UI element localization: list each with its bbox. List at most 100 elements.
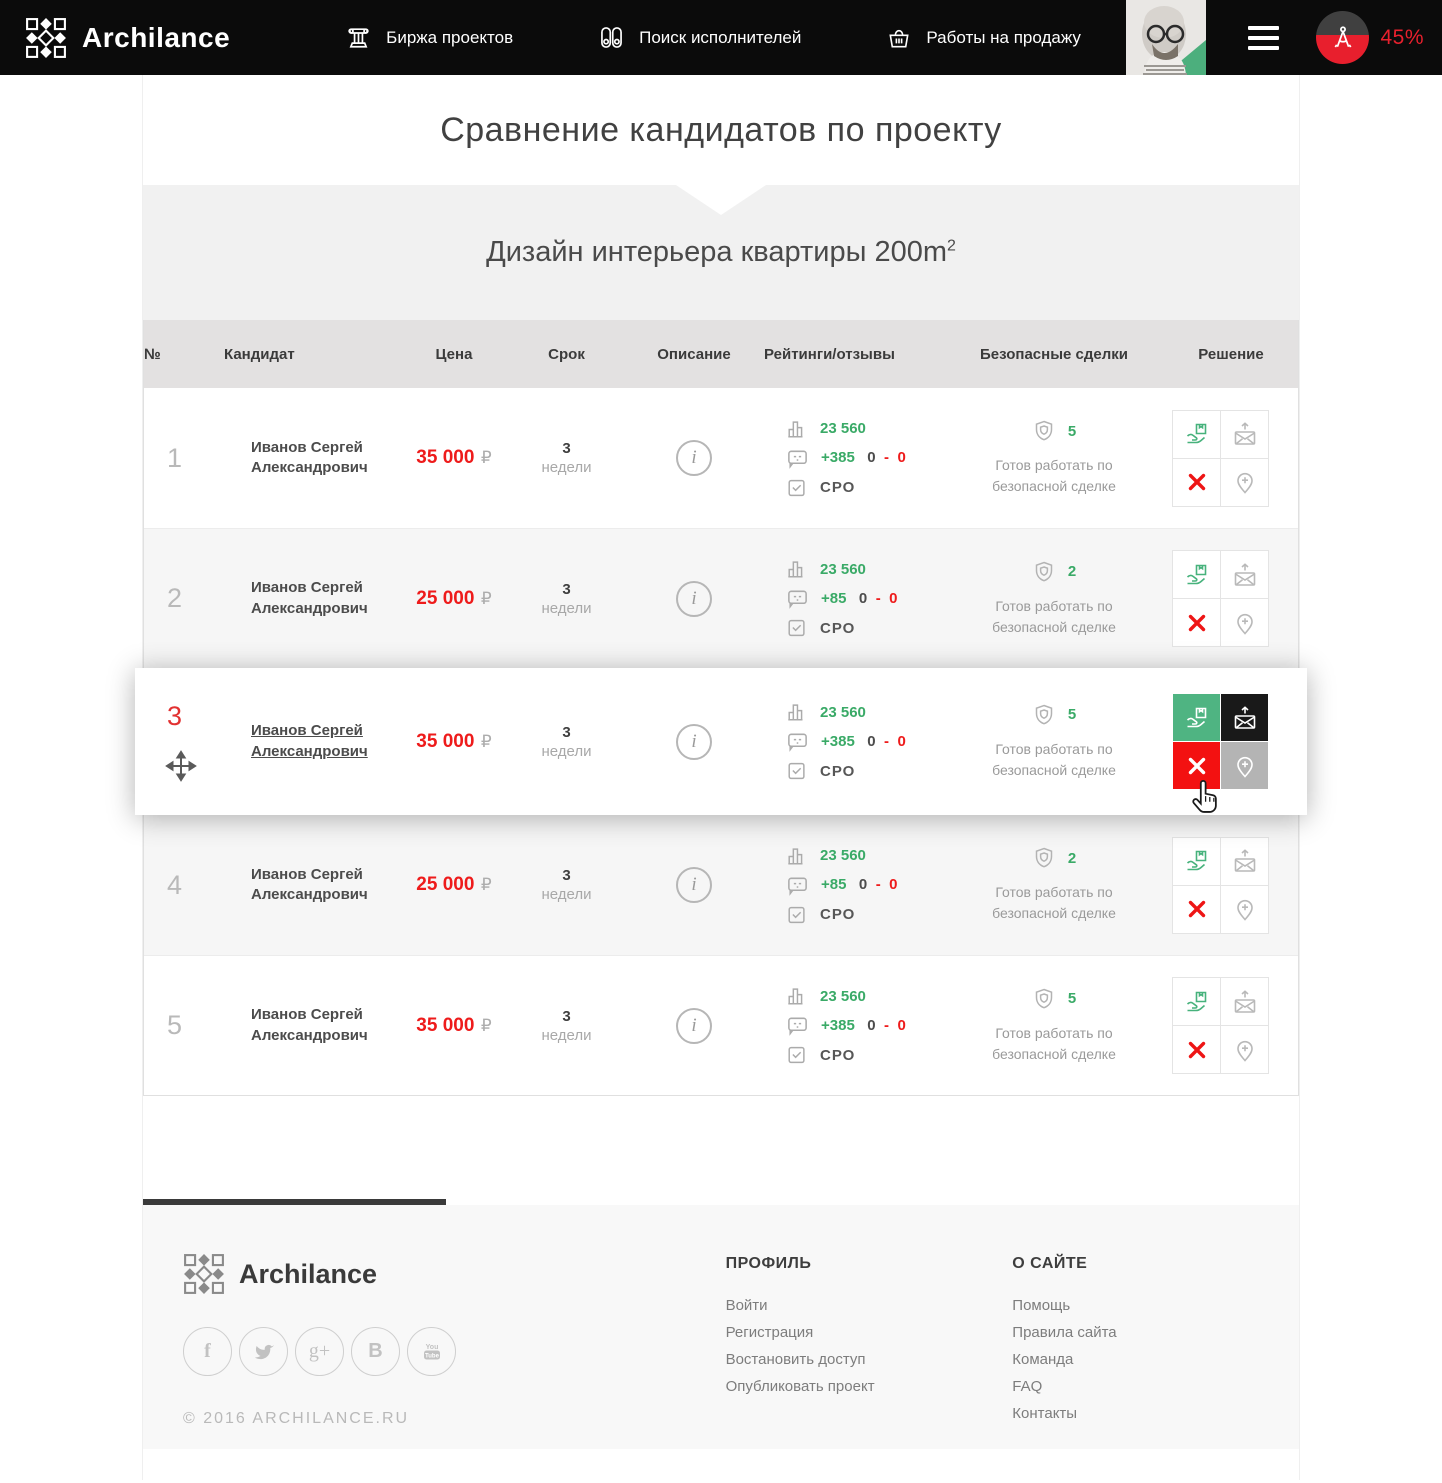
send-message-button[interactable]: [1221, 978, 1268, 1025]
row-number: 5: [167, 1010, 224, 1041]
reviews-negative: 0: [898, 1017, 906, 1034]
candidate-cell: Иванов Сергей Александрович: [224, 438, 399, 479]
info-icon[interactable]: i: [676, 1008, 712, 1044]
reject-button[interactable]: [1173, 886, 1220, 933]
offer-deal-button[interactable]: [1173, 978, 1220, 1025]
row-number: 3: [167, 701, 224, 732]
term-value: 3: [509, 867, 624, 884]
candidate-name-link[interactable]: Иванов Сергей Александрович: [251, 721, 401, 762]
candidate-name-link[interactable]: Иванов Сергей Александрович: [251, 1005, 401, 1046]
reject-button[interactable]: [1173, 599, 1220, 646]
table-row: 5 Иванов Сергей Александрович 35 000 ₽ 3…: [144, 955, 1298, 1095]
hamburger-icon[interactable]: [1248, 26, 1279, 50]
user-avatar[interactable]: [1126, 0, 1206, 75]
project-title-band: Дизайн интерьера квартиры 200m2: [143, 185, 1299, 320]
nav-label: Поиск исполнителей: [639, 28, 801, 48]
table-row: 1 Иванов Сергей Александрович 35 000 ₽ 3…: [144, 388, 1298, 528]
checkbox-icon: [786, 904, 808, 926]
send-message-button[interactable]: [1221, 411, 1268, 458]
offer-deal-button[interactable]: [1173, 551, 1220, 598]
add-location-button[interactable]: [1221, 459, 1268, 506]
footer-brand-link[interactable]: Archilance: [183, 1253, 726, 1295]
svg-text:You: You: [425, 1344, 438, 1351]
offer-deal-button[interactable]: [1173, 694, 1220, 741]
send-message-button[interactable]: [1221, 551, 1268, 598]
column-header-number: №: [144, 346, 224, 363]
nav-item-projects-exchange[interactable]: Биржа проектов: [345, 24, 513, 51]
price-value: 25 000: [416, 874, 474, 895]
drafting-compass-icon: [1329, 24, 1357, 52]
footer-link-site-rules[interactable]: Правила сайта: [1012, 1324, 1299, 1341]
reject-button[interactable]: [1173, 1026, 1220, 1073]
sro-label: СРО: [820, 906, 855, 923]
bar-chart-icon: [786, 845, 808, 867]
ratings-cell: 23 560 +385 0 - 0: [764, 694, 944, 789]
safe-deal-text: Готов работать по безопасной сделке: [962, 739, 1146, 781]
reject-x-icon: [1187, 613, 1207, 633]
reviews-separator: -: [876, 590, 881, 607]
reviews-separator: -: [884, 1017, 889, 1034]
footer-link-team[interactable]: Команда: [1012, 1351, 1299, 1368]
checkbox-icon: [786, 1044, 808, 1066]
facebook-icon[interactable]: f: [183, 1327, 232, 1376]
brand-logo-link[interactable]: Archilance: [25, 17, 230, 59]
safe-deal-text: Готов работать по безопасной сделке: [962, 882, 1146, 924]
footer-link-login[interactable]: Войти: [726, 1297, 1013, 1314]
rating-value: 23 560: [820, 561, 866, 578]
send-message-button[interactable]: [1221, 838, 1268, 885]
description-cell: i: [624, 440, 764, 476]
info-icon[interactable]: i: [676, 581, 712, 617]
vk-icon[interactable]: B: [351, 1327, 400, 1376]
candidate-name-link[interactable]: Иванов Сергей Александрович: [251, 578, 401, 619]
reject-button[interactable]: [1173, 459, 1220, 506]
reviews-separator: -: [884, 449, 889, 466]
deal-hand-box-icon: [1184, 705, 1210, 731]
add-location-button[interactable]: [1221, 1026, 1268, 1073]
footer-link-restore-access[interactable]: Востановить доступ: [726, 1351, 1013, 1368]
row-number-cell: 2: [144, 583, 224, 614]
term-unit: недели: [509, 600, 624, 617]
add-location-button[interactable]: [1221, 599, 1268, 646]
nav-item-find-performers[interactable]: Поиск исполнителей: [598, 24, 801, 51]
profile-completeness-gauge[interactable]: 45%: [1316, 11, 1424, 64]
rating-value: 23 560: [820, 847, 866, 864]
reviews-neutral: 0: [867, 1017, 875, 1034]
decision-cell: [1164, 550, 1298, 647]
footer-link-help[interactable]: Помощь: [1012, 1297, 1299, 1314]
decision-cell: [1164, 977, 1298, 1074]
add-location-button[interactable]: [1221, 742, 1268, 789]
candidate-name-link[interactable]: Иванов Сергей Александрович: [251, 438, 401, 479]
footer-link-contacts[interactable]: Контакты: [1012, 1405, 1299, 1422]
term-value: 3: [509, 440, 624, 457]
info-icon[interactable]: i: [676, 440, 712, 476]
footer-column-title: ПРОФИЛЬ: [726, 1255, 1013, 1273]
add-location-button[interactable]: [1221, 886, 1268, 933]
info-icon[interactable]: i: [676, 867, 712, 903]
footer-link-register[interactable]: Регистрация: [726, 1324, 1013, 1341]
term-value: 3: [509, 724, 624, 741]
rating-value: 23 560: [820, 704, 866, 721]
twitter-icon[interactable]: [239, 1327, 288, 1376]
decision-cell: [1164, 693, 1307, 790]
google-plus-icon[interactable]: g+: [295, 1327, 344, 1376]
offer-deal-button[interactable]: [1173, 838, 1220, 885]
footer-link-faq[interactable]: FAQ: [1012, 1378, 1299, 1395]
chat-reviews-icon: [786, 1014, 809, 1037]
candidates-table: № Кандидат Цена Срок Описание Рейтинги/о…: [143, 320, 1299, 1096]
send-message-button[interactable]: [1221, 694, 1268, 741]
term-unit: недели: [509, 1027, 624, 1044]
sro-label: СРО: [820, 763, 855, 780]
footer-link-publish-project[interactable]: Опубликовать проект: [726, 1378, 1013, 1395]
term-cell: 3 недели: [509, 581, 624, 617]
info-icon[interactable]: i: [676, 724, 712, 760]
currency-symbol: ₽: [481, 732, 492, 751]
price-value: 35 000: [416, 731, 474, 752]
drag-move-icon[interactable]: [165, 750, 197, 782]
social-links: f g+ B You Tube: [183, 1327, 726, 1376]
decision-cell: [1164, 410, 1298, 507]
nav-item-works-for-sale[interactable]: Работы на продажу: [886, 25, 1081, 51]
candidate-name-link[interactable]: Иванов Сергей Александрович: [251, 865, 401, 906]
candidate-cell: Иванов Сергей Александрович: [224, 721, 399, 762]
youtube-icon[interactable]: You Tube: [407, 1327, 456, 1376]
offer-deal-button[interactable]: [1173, 411, 1220, 458]
